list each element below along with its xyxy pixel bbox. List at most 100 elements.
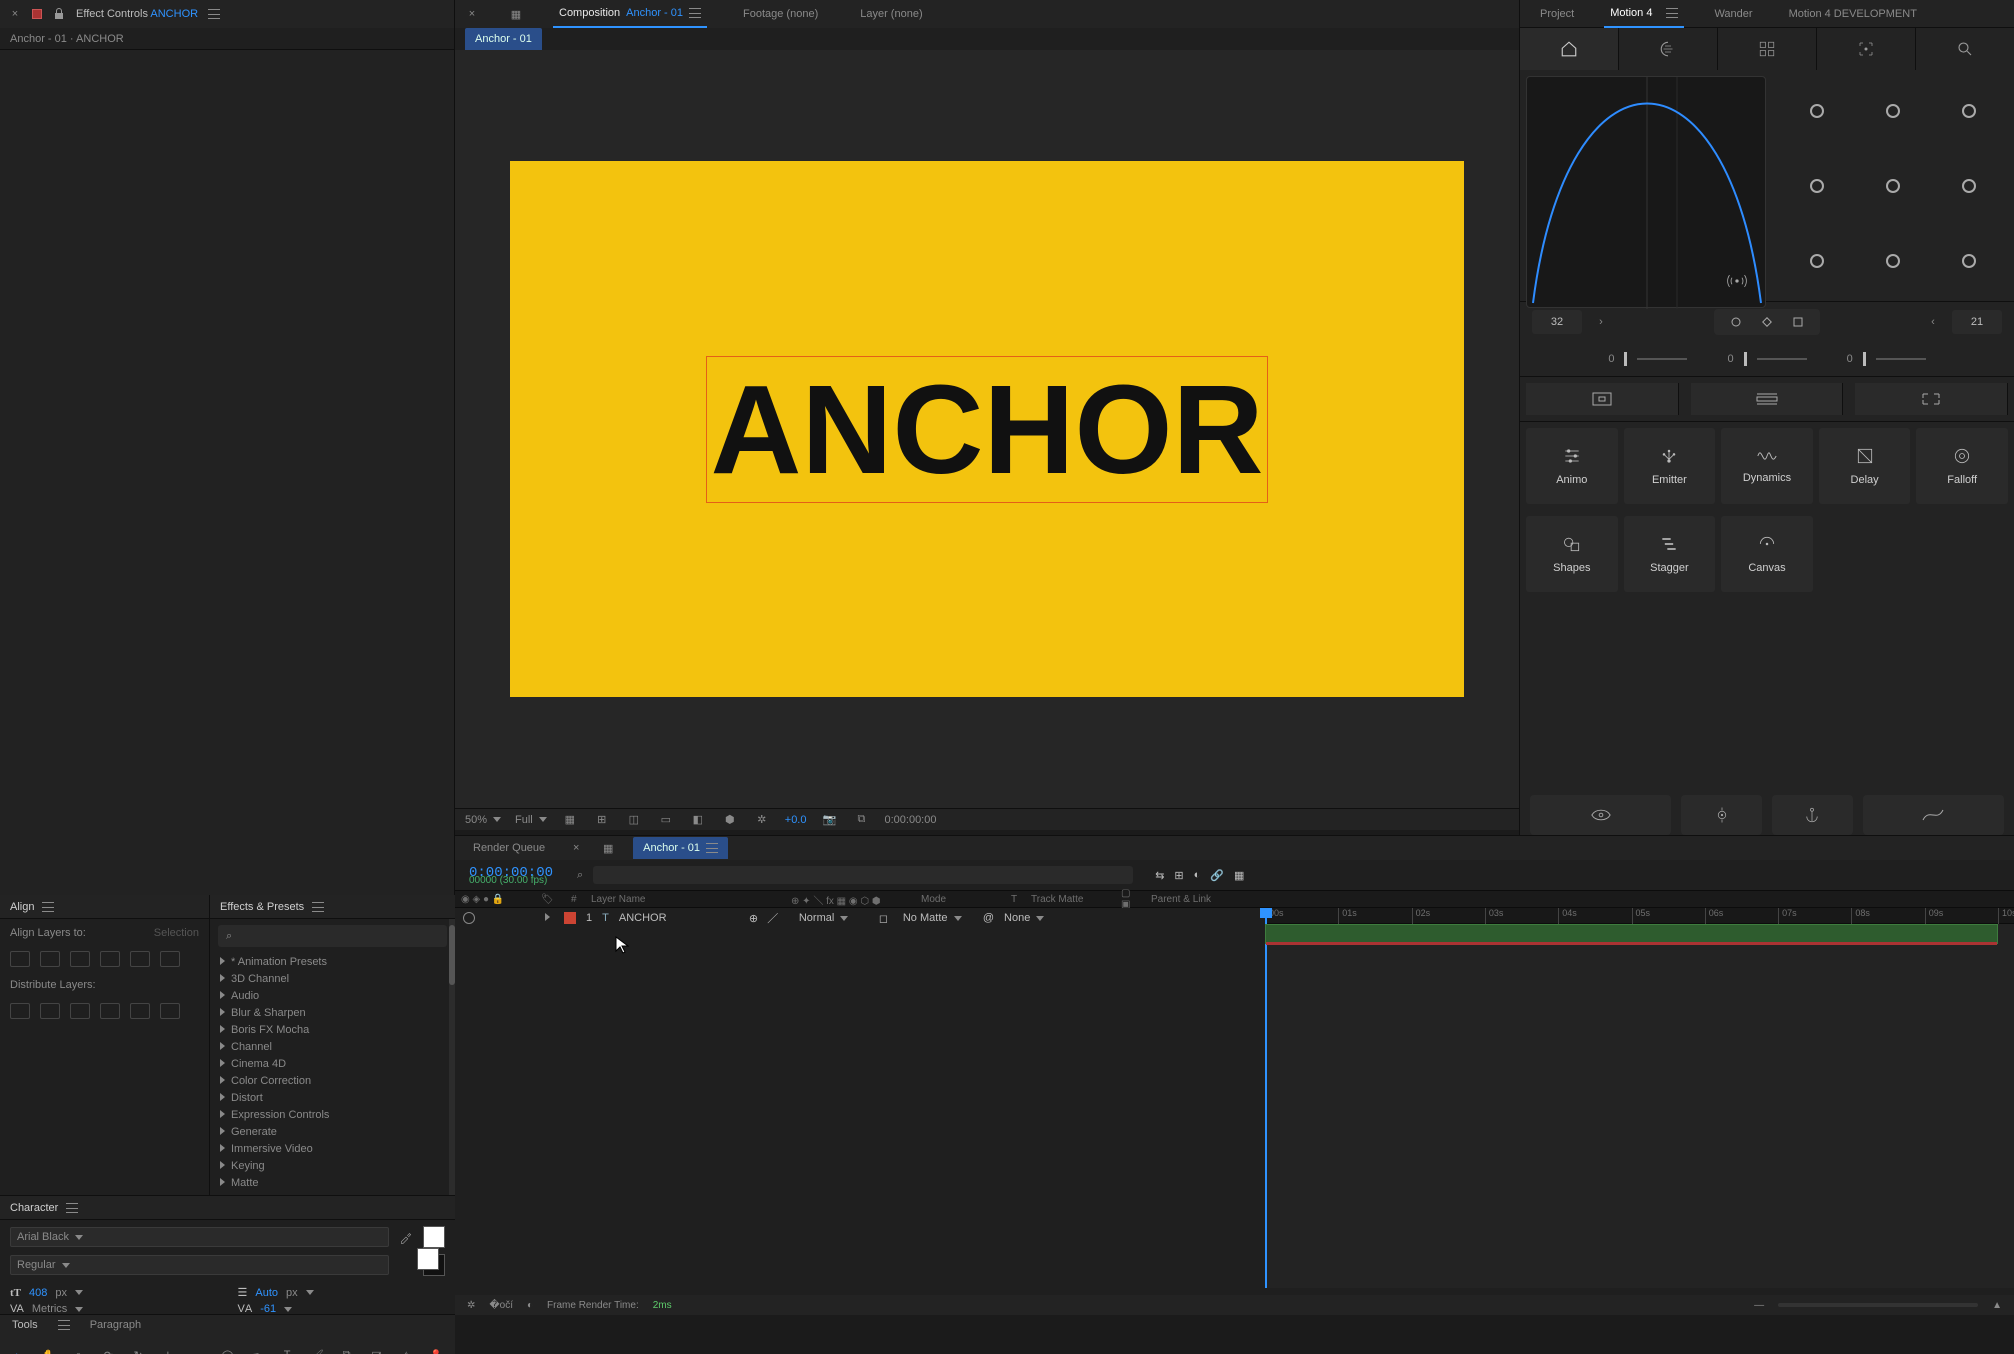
kf-square[interactable] bbox=[1784, 312, 1812, 332]
value-right[interactable]: 21 bbox=[1952, 310, 2002, 334]
dist-4[interactable] bbox=[100, 1003, 120, 1019]
nav-color[interactable] bbox=[1619, 28, 1718, 70]
tab-motion4[interactable]: Motion 4 bbox=[1604, 0, 1684, 28]
layout-stack[interactable] bbox=[1691, 383, 1844, 415]
layer-clip[interactable] bbox=[1265, 924, 1998, 944]
close-icon[interactable]: × bbox=[8, 7, 22, 21]
presets-list[interactable]: * Animation Presets3D ChannelAudioBlur &… bbox=[210, 953, 455, 1195]
preset-item[interactable]: Distort bbox=[210, 1089, 455, 1106]
panel-menu-icon[interactable] bbox=[208, 9, 220, 19]
easing-curve[interactable] bbox=[1526, 76, 1766, 308]
preset-item[interactable]: Generate bbox=[210, 1123, 455, 1140]
snapshot-icon[interactable]: 📷 bbox=[820, 811, 838, 829]
slider-3[interactable]: 0 bbox=[1847, 352, 1926, 366]
timeline-track-area[interactable]: 00s01s02s03s04s05s06s07s08s09s10s bbox=[1265, 908, 2014, 1288]
preset-item[interactable]: * Animation Presets bbox=[210, 953, 455, 970]
tools-tab[interactable]: Tools bbox=[6, 1311, 44, 1339]
action-anchor[interactable] bbox=[1772, 795, 1853, 835]
preset-item[interactable]: Missing bbox=[210, 1191, 455, 1195]
expand-icon[interactable] bbox=[545, 912, 554, 924]
tl-foot-icon-1[interactable]: ✲ bbox=[467, 1300, 475, 1311]
zoom-out-icon[interactable]: — bbox=[1754, 1300, 1764, 1311]
action-target[interactable] bbox=[1681, 795, 1762, 835]
label-color[interactable] bbox=[564, 912, 576, 924]
tl-icon-3[interactable]: ◐ bbox=[1194, 869, 1201, 882]
comp-subtab[interactable]: Anchor - 01 bbox=[465, 28, 542, 50]
exposure-value[interactable]: +0.0 bbox=[785, 814, 807, 826]
roto-tool[interactable]: ✧ bbox=[397, 1346, 415, 1354]
layout-expand[interactable] bbox=[1855, 383, 2008, 415]
timeline-search[interactable] bbox=[593, 866, 1133, 884]
dist-6[interactable] bbox=[160, 1003, 180, 1019]
module-dynamics[interactable]: Dynamics bbox=[1721, 428, 1813, 504]
nav-home[interactable] bbox=[1520, 28, 1619, 70]
panel-menu-icon[interactable] bbox=[689, 8, 701, 18]
clone-tool[interactable]: ⧉ bbox=[338, 1346, 356, 1354]
module-stagger[interactable]: Stagger bbox=[1624, 516, 1716, 592]
preset-item[interactable]: Expression Controls bbox=[210, 1106, 455, 1123]
resolution-dropdown[interactable]: Full bbox=[515, 814, 547, 826]
font-family-dropdown[interactable]: Arial Black bbox=[10, 1227, 389, 1247]
zoom-dropdown[interactable]: 50% bbox=[465, 814, 501, 826]
module-falloff[interactable]: Falloff bbox=[1916, 428, 2008, 504]
kf-diamond[interactable] bbox=[1753, 312, 1781, 332]
action-eye[interactable] bbox=[1530, 795, 1671, 835]
lock-icon[interactable] bbox=[52, 7, 66, 21]
timeline-layer-list[interactable]: 1 T ANCHOR ⊕ ／ Normal ◻ No Matte @ None bbox=[455, 908, 1265, 1288]
preset-item[interactable]: Matte bbox=[210, 1174, 455, 1191]
layer-row[interactable]: 1 T ANCHOR ⊕ ／ Normal ◻ No Matte @ None bbox=[455, 908, 1265, 928]
layer-mode[interactable]: Normal bbox=[799, 912, 869, 924]
anchor-tr[interactable] bbox=[1962, 104, 1976, 118]
selection-tool[interactable]: ▸ bbox=[10, 1346, 28, 1354]
rotate-tool[interactable]: ↻ bbox=[129, 1346, 147, 1354]
step-right-icon[interactable]: › bbox=[1594, 310, 1608, 334]
action-graph[interactable] bbox=[1863, 795, 2004, 835]
panel-menu-icon[interactable] bbox=[1666, 8, 1678, 18]
align-bottom[interactable] bbox=[160, 951, 180, 967]
timeline-comp-tab[interactable]: Anchor - 01 bbox=[633, 837, 728, 859]
playhead[interactable] bbox=[1265, 908, 1267, 1288]
brush-tool[interactable]: 🖌 bbox=[308, 1346, 326, 1354]
eraser-tool[interactable]: ◪ bbox=[368, 1346, 386, 1354]
hand-tool[interactable]: ✋ bbox=[40, 1346, 58, 1354]
kf-circle[interactable] bbox=[1722, 312, 1750, 332]
close-icon[interactable]: × bbox=[569, 841, 583, 855]
panel-menu-icon[interactable] bbox=[312, 902, 324, 912]
visibility-icon[interactable] bbox=[463, 912, 475, 924]
align-to-value[interactable]: Selection bbox=[154, 927, 199, 939]
anchor-bl[interactable] bbox=[1810, 254, 1824, 268]
3d-icon[interactable]: ⬢ bbox=[721, 811, 739, 829]
time-ruler[interactable]: 00s01s02s03s04s05s06s07s08s09s10s bbox=[1265, 908, 2014, 924]
zoom-tool[interactable]: ⌕ bbox=[70, 1346, 88, 1354]
dist-2[interactable] bbox=[40, 1003, 60, 1019]
tl-icon-1[interactable]: ⇆ bbox=[1155, 869, 1164, 882]
step-left-icon[interactable]: ‹ bbox=[1926, 310, 1940, 334]
tl-icon-2[interactable]: ⊞ bbox=[1174, 869, 1183, 882]
anchor-ml[interactable] bbox=[1810, 179, 1824, 193]
region-icon[interactable]: ▭ bbox=[657, 811, 675, 829]
pickwhip-icon[interactable]: @ bbox=[983, 912, 994, 924]
dist-1[interactable] bbox=[10, 1003, 30, 1019]
eyedropper-icon[interactable] bbox=[399, 1230, 413, 1244]
anchor-br[interactable] bbox=[1962, 254, 1976, 268]
layer-name[interactable]: ANCHOR bbox=[619, 912, 739, 924]
nav-search[interactable] bbox=[1916, 28, 2014, 70]
tab-motion4dev[interactable]: Motion 4 DEVELOPMENT bbox=[1783, 0, 1923, 28]
rect-tool[interactable]: ▭ bbox=[189, 1346, 207, 1354]
viewer-timecode[interactable]: 0:00:00:00 bbox=[884, 814, 936, 826]
slider-2[interactable]: 0 bbox=[1727, 352, 1806, 366]
presets-search[interactable]: ⌕ bbox=[218, 925, 447, 947]
fill-swatch[interactable] bbox=[423, 1226, 445, 1248]
preset-item[interactable]: Channel bbox=[210, 1038, 455, 1055]
value-left[interactable]: 32 bbox=[1532, 310, 1582, 334]
type-tool[interactable]: T bbox=[278, 1346, 296, 1354]
preset-item[interactable]: Boris FX Mocha bbox=[210, 1021, 455, 1038]
tab-project[interactable]: Project bbox=[1534, 0, 1580, 28]
paragraph-tab[interactable]: Paragraph bbox=[84, 1311, 147, 1339]
font-size[interactable]: tT408px bbox=[10, 1286, 218, 1299]
tab-footage[interactable]: Footage (none) bbox=[737, 0, 824, 28]
module-emitter[interactable]: Emitter bbox=[1624, 428, 1716, 504]
close-icon[interactable]: × bbox=[465, 7, 479, 21]
tl-icon-5[interactable]: ▦ bbox=[1234, 869, 1244, 882]
tl-foot-icon-2[interactable]: �očí bbox=[489, 1300, 513, 1311]
